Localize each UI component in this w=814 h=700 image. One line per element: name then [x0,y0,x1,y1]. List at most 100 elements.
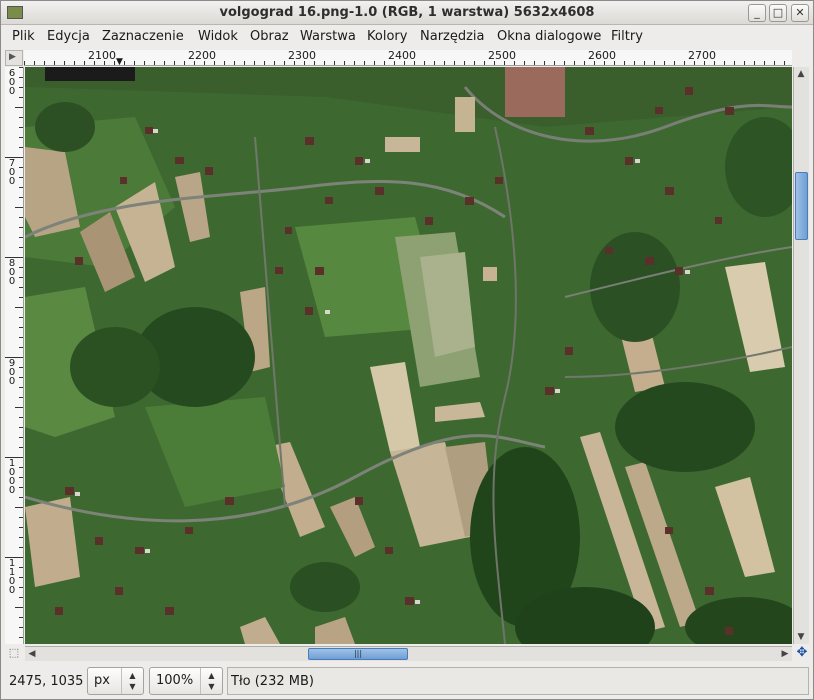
status-bar: 2475, 1035 px ▲ ▼ 100% ▲ ▼ Tło (232 MB) [1,664,813,699]
ruler-tick [664,61,665,65]
vertical-scrollbar[interactable]: ▲ ▼ [793,67,809,644]
ruler-tick [304,61,305,65]
ruler-tick [784,61,785,65]
ruler-tick [504,61,505,65]
ruler-tick [534,61,535,65]
ruler-tick [19,537,23,538]
ruler-tick [654,61,655,65]
ruler-tick [444,61,445,65]
spin-arrows-icon[interactable]: ▲ ▼ [200,668,222,694]
vertical-ruler[interactable]: 600 700 800 900 1000 1100 [5,67,24,644]
scroll-left-icon[interactable]: ◀ [25,647,39,661]
ruler-tick [19,137,23,138]
menu-kolory[interactable]: Kolory [367,29,407,44]
ruler-tick [484,61,485,65]
ruler-tick [19,527,23,528]
canvas-area: ▶ 2100 2200 2300 2400 2500 2600 2700 ▼ 6… [5,50,811,662]
pointer-coordinates: 2475, 1035 [9,674,84,689]
scroll-right-icon[interactable]: ▶ [778,647,792,661]
ruler-label-2600: 2600 [588,50,616,62]
ruler-tick [19,117,23,118]
ruler-tick [15,107,23,108]
minimize-button[interactable]: _ [748,4,766,22]
scroll-down-icon[interactable]: ▼ [794,630,808,644]
ruler-tick [19,617,23,618]
menu-obraz[interactable]: Obraz [250,29,289,44]
horizontal-scroll-thumb[interactable]: ||| [308,648,408,660]
ruler-label-2400: 2400 [388,50,416,62]
ruler-tick [19,247,23,248]
ruler-tick [19,497,23,498]
ruler-tick [19,187,23,188]
scroll-up-icon[interactable]: ▲ [794,67,808,81]
horizontal-scrollbar[interactable]: ◀ ||| ▶ [25,646,792,661]
ruler-tick [494,61,495,65]
menu-edycja[interactable]: Edycja [47,29,90,44]
ruler-tick [19,597,23,598]
menu-zaznaczenie[interactable]: Zaznaczenie [102,29,184,44]
ruler-tick [574,61,575,65]
close-button[interactable]: ✕ [791,4,809,22]
menu-warstwa[interactable]: Warstwa [300,29,356,44]
ruler-tick [114,61,115,65]
ruler-tick [15,407,23,408]
ruler-tick [704,61,705,65]
ruler-tick [194,61,195,65]
menu-okna-dialogowe[interactable]: Okna dialogowe [497,29,601,44]
gimp-image-window: volgograd 16.png-1.0 (RGB, 1 warstwa) 56… [0,0,814,700]
ruler-tick [19,127,23,128]
ruler-tick [19,197,23,198]
ruler-tick [19,387,23,388]
spin-arrows-icon[interactable]: ▲ ▼ [121,668,143,694]
ruler-tick [344,61,345,65]
triangle-right-icon: ▶ [9,52,16,62]
ruler-tick [624,61,625,65]
ruler-tick [684,61,685,65]
ruler-tick [64,61,65,65]
ruler-tick [734,61,735,65]
ruler-tick [294,61,295,65]
title-bar[interactable]: volgograd 16.png-1.0 (RGB, 1 warstwa) 56… [1,1,813,25]
image-menu-button[interactable]: ▶ [5,50,23,66]
menu-plik[interactable]: Plik [12,29,35,44]
ruler-tick [19,467,23,468]
menu-filtry[interactable]: Filtry [611,29,643,44]
ruler-tick [384,61,385,65]
ruler-tick [19,227,23,228]
ruler-tick [714,61,715,65]
ruler-tick [674,61,675,65]
ruler-tick [234,61,235,65]
ruler-tick [19,147,23,148]
ruler-tick [15,607,23,608]
window-title: volgograd 16.png-1.0 (RGB, 1 warstwa) 56… [219,5,595,20]
ruler-label-2200: 2200 [188,50,216,62]
ruler-tick [244,61,245,65]
ruler-tick [754,61,755,65]
ruler-tick [454,61,455,65]
ruler-tick [19,397,23,398]
quick-mask-toggle[interactable]: ⬚ [5,646,23,661]
ruler-label-1100: 1100 [8,558,16,596]
vertical-scroll-thumb[interactable] [795,172,808,240]
ruler-tick [74,61,75,65]
unit-selector[interactable]: px ▲ ▼ [87,667,144,695]
ruler-label-2700: 2700 [688,50,716,62]
aerial-photo-canvas[interactable] [25,67,792,644]
navigate-icon[interactable]: ✥ [794,646,810,661]
ruler-tick [19,367,23,368]
ruler-tick [314,61,315,65]
ruler-tick [284,61,285,65]
ruler-tick [19,427,23,428]
zoom-selector[interactable]: 100% ▲ ▼ [149,667,223,695]
maximize-button[interactable]: □ [769,4,787,22]
menu-narzedzia[interactable]: Narzędzia [420,29,485,44]
menu-widok[interactable]: Widok [198,29,238,44]
ruler-label-600: 600 [8,68,16,97]
ruler-tick [424,61,425,65]
horizontal-ruler[interactable]: 2100 2200 2300 2400 2500 2600 2700 ▼ [24,50,792,66]
ruler-tick [544,61,545,65]
ruler-tick [19,487,23,488]
ruler-tick [19,277,23,278]
status-message: Tło (232 MB) [231,674,314,689]
ruler-tick [19,377,23,378]
